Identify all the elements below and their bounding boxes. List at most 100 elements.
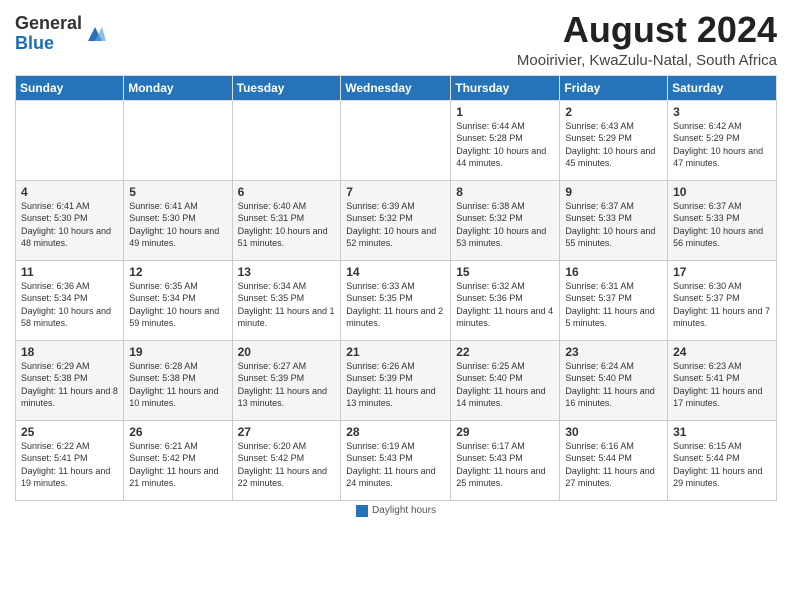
day-info: Sunrise: 6:37 AM Sunset: 5:33 PM Dayligh… <box>565 200 662 250</box>
legend-box <box>356 505 368 517</box>
day-number: 8 <box>456 185 554 199</box>
day-number: 22 <box>456 345 554 359</box>
day-info: Sunrise: 6:41 AM Sunset: 5:30 PM Dayligh… <box>129 200 226 250</box>
day-info: Sunrise: 6:33 AM Sunset: 5:35 PM Dayligh… <box>346 280 445 330</box>
day-info: Sunrise: 6:41 AM Sunset: 5:30 PM Dayligh… <box>21 200 118 250</box>
day-number: 27 <box>238 425 336 439</box>
day-number: 7 <box>346 185 445 199</box>
day-info: Sunrise: 6:36 AM Sunset: 5:34 PM Dayligh… <box>21 280 118 330</box>
day-number: 26 <box>129 425 226 439</box>
day-info: Sunrise: 6:37 AM Sunset: 5:33 PM Dayligh… <box>673 200 771 250</box>
logo: General Blue <box>15 14 106 54</box>
day-number: 31 <box>673 425 771 439</box>
day-number: 30 <box>565 425 662 439</box>
day-number: 1 <box>456 105 554 119</box>
day-info: Sunrise: 6:15 AM Sunset: 5:44 PM Dayligh… <box>673 440 771 490</box>
day-number: 12 <box>129 265 226 279</box>
day-number: 21 <box>346 345 445 359</box>
day-info: Sunrise: 6:35 AM Sunset: 5:34 PM Dayligh… <box>129 280 226 330</box>
header-cell-monday: Monday <box>124 75 232 100</box>
calendar-cell: 15Sunrise: 6:32 AM Sunset: 5:36 PM Dayli… <box>451 260 560 340</box>
logo-general-text: General <box>15 13 82 33</box>
calendar-header: SundayMondayTuesdayWednesdayThursdayFrid… <box>16 75 777 100</box>
day-number: 15 <box>456 265 554 279</box>
header-cell-friday: Friday <box>560 75 668 100</box>
legend-label: Daylight hours <box>372 505 436 516</box>
calendar-cell: 14Sunrise: 6:33 AM Sunset: 5:35 PM Dayli… <box>341 260 451 340</box>
calendar-cell: 8Sunrise: 6:38 AM Sunset: 5:32 PM Daylig… <box>451 180 560 260</box>
calendar-cell: 19Sunrise: 6:28 AM Sunset: 5:38 PM Dayli… <box>124 340 232 420</box>
week-row-2: 4Sunrise: 6:41 AM Sunset: 5:30 PM Daylig… <box>16 180 777 260</box>
day-number: 18 <box>21 345 118 359</box>
logo-icon <box>84 23 106 45</box>
day-info: Sunrise: 6:34 AM Sunset: 5:35 PM Dayligh… <box>238 280 336 330</box>
calendar-cell: 26Sunrise: 6:21 AM Sunset: 5:42 PM Dayli… <box>124 420 232 500</box>
title-block: August 2024 Mooirivier, KwaZulu-Natal, S… <box>517 10 777 69</box>
calendar-cell: 20Sunrise: 6:27 AM Sunset: 5:39 PM Dayli… <box>232 340 341 420</box>
day-number: 5 <box>129 185 226 199</box>
week-row-4: 18Sunrise: 6:29 AM Sunset: 5:38 PM Dayli… <box>16 340 777 420</box>
day-info: Sunrise: 6:26 AM Sunset: 5:39 PM Dayligh… <box>346 360 445 410</box>
day-number: 24 <box>673 345 771 359</box>
calendar-cell: 2Sunrise: 6:43 AM Sunset: 5:29 PM Daylig… <box>560 100 668 180</box>
calendar-cell: 10Sunrise: 6:37 AM Sunset: 5:33 PM Dayli… <box>668 180 777 260</box>
header: General Blue August 2024 Mooirivier, Kwa… <box>15 10 777 69</box>
calendar-cell: 6Sunrise: 6:40 AM Sunset: 5:31 PM Daylig… <box>232 180 341 260</box>
day-info: Sunrise: 6:24 AM Sunset: 5:40 PM Dayligh… <box>565 360 662 410</box>
day-info: Sunrise: 6:31 AM Sunset: 5:37 PM Dayligh… <box>565 280 662 330</box>
day-info: Sunrise: 6:43 AM Sunset: 5:29 PM Dayligh… <box>565 120 662 170</box>
day-info: Sunrise: 6:25 AM Sunset: 5:40 PM Dayligh… <box>456 360 554 410</box>
calendar-cell: 4Sunrise: 6:41 AM Sunset: 5:30 PM Daylig… <box>16 180 124 260</box>
day-number: 9 <box>565 185 662 199</box>
calendar-body: 1Sunrise: 6:44 AM Sunset: 5:28 PM Daylig… <box>16 100 777 500</box>
calendar-cell: 16Sunrise: 6:31 AM Sunset: 5:37 PM Dayli… <box>560 260 668 340</box>
day-number: 13 <box>238 265 336 279</box>
day-info: Sunrise: 6:23 AM Sunset: 5:41 PM Dayligh… <box>673 360 771 410</box>
calendar-cell: 1Sunrise: 6:44 AM Sunset: 5:28 PM Daylig… <box>451 100 560 180</box>
main-title: August 2024 <box>517 10 777 50</box>
day-number: 20 <box>238 345 336 359</box>
day-number: 6 <box>238 185 336 199</box>
day-info: Sunrise: 6:21 AM Sunset: 5:42 PM Dayligh… <box>129 440 226 490</box>
calendar-cell: 18Sunrise: 6:29 AM Sunset: 5:38 PM Dayli… <box>16 340 124 420</box>
calendar-cell: 28Sunrise: 6:19 AM Sunset: 5:43 PM Dayli… <box>341 420 451 500</box>
day-number: 29 <box>456 425 554 439</box>
day-number: 14 <box>346 265 445 279</box>
header-row: SundayMondayTuesdayWednesdayThursdayFrid… <box>16 75 777 100</box>
day-number: 11 <box>21 265 118 279</box>
header-cell-tuesday: Tuesday <box>232 75 341 100</box>
day-info: Sunrise: 6:29 AM Sunset: 5:38 PM Dayligh… <box>21 360 118 410</box>
calendar-cell: 31Sunrise: 6:15 AM Sunset: 5:44 PM Dayli… <box>668 420 777 500</box>
day-number: 28 <box>346 425 445 439</box>
header-cell-thursday: Thursday <box>451 75 560 100</box>
day-number: 4 <box>21 185 118 199</box>
day-info: Sunrise: 6:32 AM Sunset: 5:36 PM Dayligh… <box>456 280 554 330</box>
day-number: 2 <box>565 105 662 119</box>
footer-legend: Daylight hours <box>356 505 436 517</box>
calendar-cell: 13Sunrise: 6:34 AM Sunset: 5:35 PM Dayli… <box>232 260 341 340</box>
calendar-cell: 29Sunrise: 6:17 AM Sunset: 5:43 PM Dayli… <box>451 420 560 500</box>
day-info: Sunrise: 6:19 AM Sunset: 5:43 PM Dayligh… <box>346 440 445 490</box>
logo-blue-text: Blue <box>15 33 54 53</box>
day-info: Sunrise: 6:27 AM Sunset: 5:39 PM Dayligh… <box>238 360 336 410</box>
calendar-cell: 9Sunrise: 6:37 AM Sunset: 5:33 PM Daylig… <box>560 180 668 260</box>
calendar-cell: 3Sunrise: 6:42 AM Sunset: 5:29 PM Daylig… <box>668 100 777 180</box>
calendar-cell: 25Sunrise: 6:22 AM Sunset: 5:41 PM Dayli… <box>16 420 124 500</box>
day-info: Sunrise: 6:22 AM Sunset: 5:41 PM Dayligh… <box>21 440 118 490</box>
day-number: 25 <box>21 425 118 439</box>
week-row-1: 1Sunrise: 6:44 AM Sunset: 5:28 PM Daylig… <box>16 100 777 180</box>
footer: Daylight hours <box>15 505 777 517</box>
week-row-5: 25Sunrise: 6:22 AM Sunset: 5:41 PM Dayli… <box>16 420 777 500</box>
calendar-cell: 24Sunrise: 6:23 AM Sunset: 5:41 PM Dayli… <box>668 340 777 420</box>
day-number: 3 <box>673 105 771 119</box>
day-info: Sunrise: 6:17 AM Sunset: 5:43 PM Dayligh… <box>456 440 554 490</box>
subtitle: Mooirivier, KwaZulu-Natal, South Africa <box>517 52 777 69</box>
calendar-cell: 11Sunrise: 6:36 AM Sunset: 5:34 PM Dayli… <box>16 260 124 340</box>
day-number: 16 <box>565 265 662 279</box>
day-info: Sunrise: 6:38 AM Sunset: 5:32 PM Dayligh… <box>456 200 554 250</box>
day-info: Sunrise: 6:40 AM Sunset: 5:31 PM Dayligh… <box>238 200 336 250</box>
calendar-cell: 7Sunrise: 6:39 AM Sunset: 5:32 PM Daylig… <box>341 180 451 260</box>
page: General Blue August 2024 Mooirivier, Kwa… <box>0 0 792 527</box>
calendar-cell: 17Sunrise: 6:30 AM Sunset: 5:37 PM Dayli… <box>668 260 777 340</box>
calendar-cell: 27Sunrise: 6:20 AM Sunset: 5:42 PM Dayli… <box>232 420 341 500</box>
